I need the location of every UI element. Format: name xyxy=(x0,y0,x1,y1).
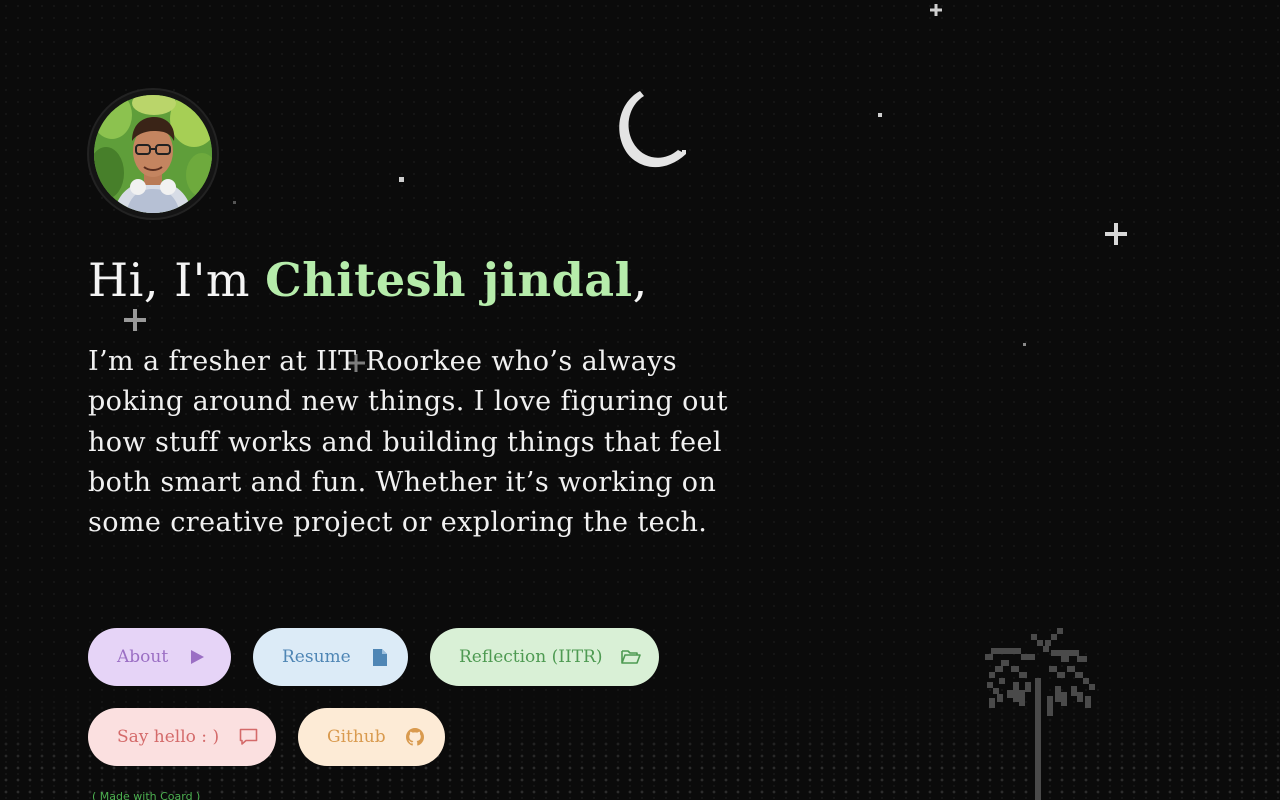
footer-credit: ( Made with Coard ) xyxy=(92,790,201,800)
avatar-photo xyxy=(94,95,212,213)
folder-open-icon xyxy=(620,646,642,668)
bio-paragraph: I’m a fresher at IIT Roorkee who’s alway… xyxy=(88,346,728,539)
document-icon xyxy=(369,646,391,668)
about-button-label: About xyxy=(117,647,169,667)
sparkle-icon xyxy=(930,4,942,16)
chat-icon xyxy=(237,726,259,748)
greeting-heading: Hi, I'm Chitesh jindal, xyxy=(88,252,648,308)
greeting-suffix: , xyxy=(632,253,648,307)
star-icon xyxy=(1023,343,1026,346)
sparkle-icon xyxy=(1105,223,1127,245)
star-icon xyxy=(399,177,404,182)
play-icon xyxy=(186,646,208,668)
reflection-button[interactable]: Reflection (IITR) xyxy=(430,628,659,686)
say-hello-button-label: Say hello : ) xyxy=(117,727,220,747)
greeting-prefix: Hi, I'm xyxy=(88,253,266,307)
palm-tree-icon xyxy=(985,628,1095,800)
avatar xyxy=(89,90,217,218)
star-icon xyxy=(878,113,882,117)
name-highlight: Chitesh jindal xyxy=(265,253,633,307)
github-icon xyxy=(404,726,426,748)
resume-button[interactable]: Resume xyxy=(253,628,408,686)
reflection-button-label: Reflection (IITR) xyxy=(459,647,603,667)
moon-icon xyxy=(619,91,686,168)
say-hello-button[interactable]: Say hello : ) xyxy=(88,708,276,766)
sparkle-icon xyxy=(124,309,146,331)
resume-button-label: Resume xyxy=(282,647,351,667)
github-button[interactable]: Github xyxy=(298,708,445,766)
star-icon xyxy=(233,201,236,204)
about-button[interactable]: About xyxy=(88,628,231,686)
github-button-label: Github xyxy=(327,727,386,747)
